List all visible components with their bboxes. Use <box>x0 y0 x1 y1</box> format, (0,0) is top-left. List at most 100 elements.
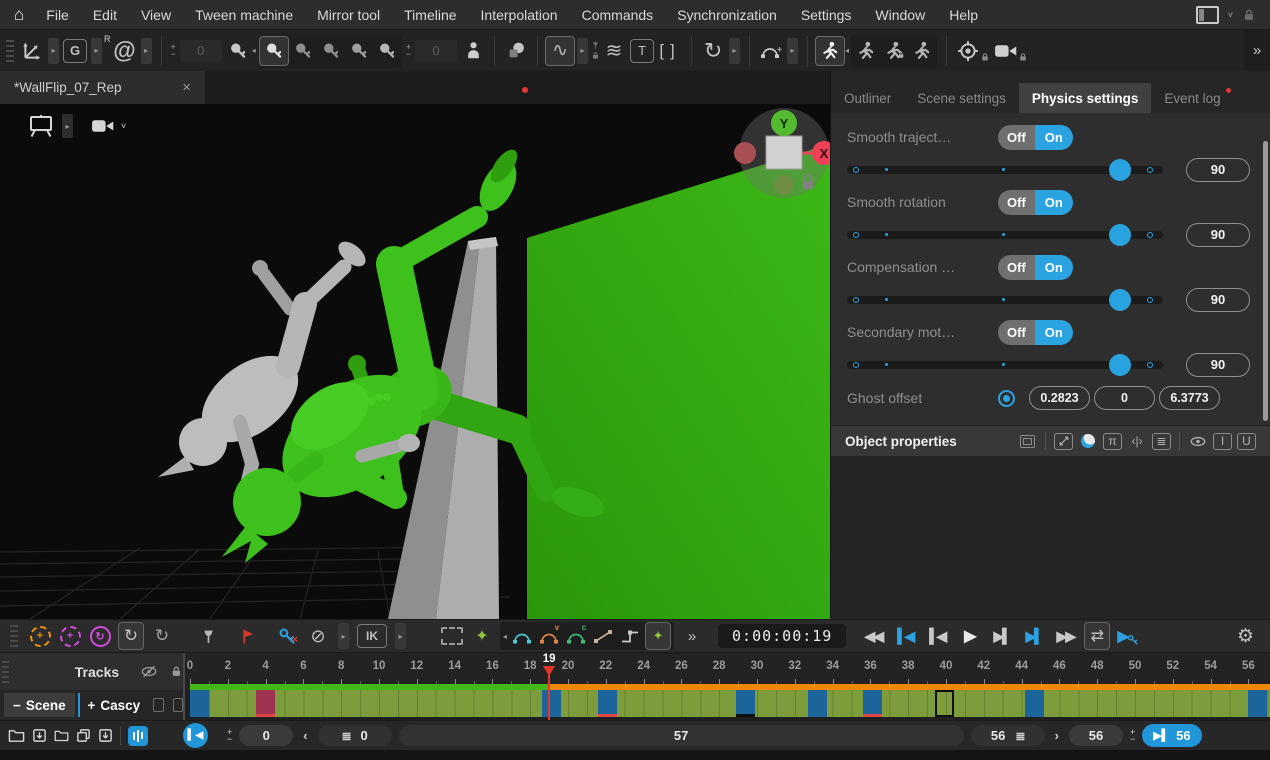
prev-frame-button[interactable]: ▍◀ <box>924 628 950 645</box>
pin-icon[interactable] <box>196 623 220 649</box>
pin-lock-stack[interactable] <box>591 41 600 60</box>
gizmo-cube[interactable] <box>766 136 802 169</box>
rotate-cycle-icon[interactable]: ↻ <box>700 37 726 65</box>
velocity-interp-icon[interactable]: v <box>537 623 561 649</box>
no-sign-icon[interactable]: ⊘ <box>306 623 330 649</box>
pose-mode-1-active[interactable] <box>259 36 289 66</box>
trajectory-arc-icon[interactable]: + <box>758 37 784 65</box>
end-frame-field-b[interactable]: 56 <box>1069 725 1123 746</box>
document-tab[interactable]: *WallFlip_07_Rep × <box>0 71 205 104</box>
animation-mode-run[interactable] <box>815 36 845 66</box>
secondary-motion-slider[interactable] <box>847 361 1163 369</box>
keyframe-blue[interactable] <box>808 690 827 717</box>
camera-dropdown[interactable]: ˅ <box>121 121 126 131</box>
track-checkbox-1[interactable] <box>153 698 163 712</box>
transform-tool-icon[interactable] <box>19 37 45 65</box>
ghost-offset-z[interactable]: 6.3773 <box>1159 386 1220 410</box>
smooth-trajectory-value[interactable]: 90 <box>1186 158 1250 182</box>
linear-interp-icon[interactable] <box>591 623 615 649</box>
keyframe-blue[interactable] <box>598 690 617 717</box>
play-button[interactable]: ▶ <box>956 626 982 646</box>
playhead-line[interactable] <box>548 674 550 720</box>
shapes-icon[interactable] <box>503 37 529 65</box>
spiral-tool-icon[interactable]: @ <box>112 37 138 65</box>
physics-point-orange-icon[interactable]: + <box>28 623 52 649</box>
keyframe-blue[interactable] <box>1025 690 1044 717</box>
pose-stepper[interactable]: +− <box>406 44 411 58</box>
menu-view[interactable]: View <box>129 7 183 23</box>
menu-mirror-tool[interactable]: Mirror tool <box>305 7 392 23</box>
mid-frame-field[interactable]: ≣ 0 <box>318 725 392 746</box>
tween-stepper[interactable]: +− <box>171 44 176 58</box>
gear-icon[interactable]: ⚙ <box>1237 625 1264 648</box>
lock-icon[interactable] <box>170 664 183 679</box>
tab-event-log[interactable]: Event log <box>1151 83 1233 113</box>
text-tool-button[interactable]: T <box>629 37 655 65</box>
delete-key-icon[interactable]: × <box>276 623 300 649</box>
character-icon[interactable] <box>460 37 486 65</box>
smooth-trajectory-slider[interactable] <box>847 166 1163 174</box>
menu-settings[interactable]: Settings <box>789 7 864 23</box>
track-checkbox-2[interactable] <box>173 698 183 712</box>
jump-start-button[interactable]: ▍◀ <box>892 628 918 645</box>
add-folder-icon[interactable] <box>8 728 25 743</box>
camera-icon[interactable] <box>993 37 1019 65</box>
ik-button[interactable]: IK <box>357 623 387 649</box>
gizmo-tool-button[interactable]: G <box>62 37 88 65</box>
start-frame-field[interactable]: 0 <box>239 725 293 746</box>
scene-canvas[interactable]: Y X <box>0 104 830 619</box>
menu-interpolation[interactable]: Interpolation <box>469 7 570 23</box>
sphere-icon[interactable] <box>1078 432 1098 450</box>
expand-arrows-icon[interactable] <box>1054 433 1073 450</box>
track-cascy[interactable]: + Cascy <box>83 698 144 713</box>
toolbar-overflow-button[interactable]: » <box>1244 30 1270 71</box>
mixer-icon[interactable] <box>128 726 148 746</box>
expand-icon[interactable]: + <box>87 698 95 713</box>
ghost-offset-radio[interactable] <box>998 390 1015 407</box>
pose-key-icon[interactable] <box>225 37 251 65</box>
remove-track-icon[interactable] <box>54 728 69 743</box>
add-track-icon[interactable] <box>32 728 47 743</box>
float-panel-icon[interactable] <box>1017 432 1037 450</box>
ik-dropdown[interactable]: ▸ <box>395 623 406 649</box>
interpolation-dropdown[interactable]: ▸ <box>577 38 588 64</box>
ghost-offset-y[interactable]: 0 <box>1094 386 1155 410</box>
eye-off-icon[interactable] <box>141 664 157 679</box>
viewport-3d[interactable]: ▸ ˅ <box>0 104 830 619</box>
keyframe-blue[interactable] <box>190 690 209 717</box>
secondary-motion-toggle[interactable]: OffOn <box>998 320 1073 345</box>
menu-synchronization[interactable]: Synchronization <box>665 7 789 23</box>
keyframe-track[interactable] <box>185 690 1270 720</box>
end-frame-field-a[interactable]: 56 ≣ <box>971 725 1045 746</box>
interpolation-curve-button[interactable]: ∿ <box>545 36 575 66</box>
no-sign-dropdown[interactable]: ▸ <box>338 623 349 649</box>
jump-end-pill-button[interactable]: ▶▍ 56 <box>1142 724 1201 747</box>
green-pin-icon[interactable]: ✦ <box>470 623 494 649</box>
i-filter-icon[interactable]: I <box>1213 433 1232 450</box>
interval-length-field[interactable]: 57 <box>399 725 964 746</box>
easel-dropdown[interactable]: ▸ <box>62 114 73 138</box>
smooth-rotation-value[interactable]: 90 <box>1186 223 1250 247</box>
panel-scrollbar[interactable] <box>1263 141 1268 421</box>
chevron-down-icon[interactable]: ˅ <box>1228 10 1233 20</box>
tab-outliner[interactable]: Outliner <box>831 83 904 113</box>
compensation-toggle[interactable]: OffOn <box>998 255 1073 280</box>
pose-mode-2[interactable] <box>290 37 316 65</box>
pose-mode-5[interactable] <box>374 37 400 65</box>
menu-tween-machine[interactable]: Tween machine <box>183 7 305 23</box>
pose-mode-3[interactable] <box>318 37 344 65</box>
u-filter-icon[interactable]: U <box>1237 433 1256 450</box>
pose-value-field[interactable]: 0 <box>415 40 457 62</box>
duplicate-icon[interactable] <box>76 728 91 743</box>
chevron-left-button[interactable]: ‹ <box>300 728 310 743</box>
lock-icon[interactable] <box>1242 8 1256 22</box>
track-scene[interactable]: − Scene <box>4 693 75 717</box>
pose-mode-4[interactable] <box>346 37 372 65</box>
brackets-tool-icon[interactable]: [] <box>657 37 683 65</box>
smooth-rotation-slider[interactable] <box>847 231 1163 239</box>
flag-icon[interactable] <box>236 623 260 649</box>
smooth-trajectory-toggle[interactable]: OffOn <box>998 125 1073 150</box>
menu-edit[interactable]: Edit <box>81 7 129 23</box>
jump-end-button[interactable]: ▶▍ <box>1020 628 1046 645</box>
tracks-grip[interactable] <box>2 661 9 683</box>
